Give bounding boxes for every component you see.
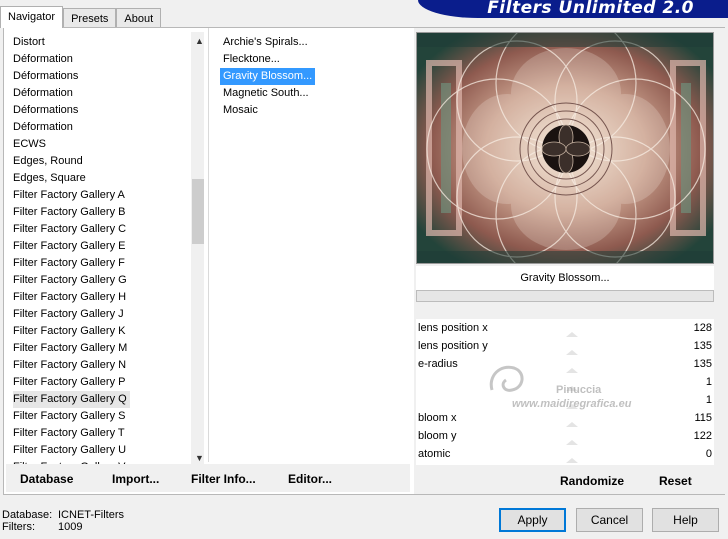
filter-item[interactable]: Archie's Spirals... bbox=[220, 34, 311, 51]
tab-about[interactable]: About bbox=[116, 8, 162, 28]
category-scrollbar[interactable]: ▲ ▼ bbox=[191, 32, 204, 466]
category-item[interactable]: Déformation bbox=[13, 119, 73, 136]
parameter-row[interactable]: lens position x 128 bbox=[416, 319, 714, 337]
category-item[interactable]: Déformation bbox=[13, 51, 73, 68]
parameter-value: 0 bbox=[705, 448, 712, 460]
apply-button[interactable]: Apply bbox=[499, 508, 566, 532]
list-divider bbox=[208, 28, 209, 462]
watermark-logo-icon bbox=[489, 365, 524, 392]
category-item[interactable]: Filter Factory Gallery K bbox=[13, 323, 125, 340]
parameter-row[interactable]: bloom x 115 bbox=[416, 409, 714, 427]
category-item[interactable]: Filter Factory Gallery G bbox=[13, 272, 127, 289]
parameter-value: 1 bbox=[705, 376, 712, 388]
parameter-label: bloom y bbox=[418, 430, 457, 442]
category-item[interactable]: Filter Factory Gallery E bbox=[13, 238, 125, 255]
category-item[interactable]: Filter Factory Gallery A bbox=[13, 187, 125, 204]
filter-item[interactable]: Gravity Blossom... bbox=[220, 68, 316, 85]
category-item[interactable]: Distort bbox=[13, 34, 45, 51]
parameter-value: 122 bbox=[693, 430, 712, 442]
parameter-value: 115 bbox=[694, 412, 712, 424]
preview-image bbox=[416, 32, 714, 264]
category-item[interactable]: Filter Factory Gallery T bbox=[13, 425, 125, 442]
parameter-value: 128 bbox=[693, 322, 712, 334]
progress-bar bbox=[416, 290, 714, 302]
scrollbar-thumb[interactable] bbox=[192, 179, 204, 244]
category-item[interactable]: Filter Factory Gallery J bbox=[13, 306, 124, 323]
category-item[interactable]: Filter Factory Gallery U bbox=[13, 442, 126, 459]
banner-title: Filters Unlimited 2.0 bbox=[487, 0, 694, 18]
left-button-bar: Database Import... Filter Info... Editor… bbox=[6, 464, 410, 492]
tab-strip: Navigator Presets About bbox=[0, 6, 162, 28]
category-item[interactable]: Edges, Round bbox=[13, 153, 83, 170]
category-item[interactable]: Filter Factory Gallery H bbox=[13, 289, 126, 306]
database-info: Database: ICNET-Filters Filters: 1009 bbox=[2, 509, 124, 533]
gravity-blossom-preview bbox=[417, 33, 713, 263]
database-value: ICNET-Filters bbox=[58, 509, 124, 521]
category-item[interactable]: Filter Factory Gallery P bbox=[13, 374, 125, 391]
filter-item[interactable]: Magnetic South... bbox=[220, 85, 312, 102]
tab-navigator[interactable]: Navigator bbox=[0, 6, 64, 28]
database-label: Database: bbox=[2, 509, 53, 521]
parameter-label: lens position y bbox=[418, 340, 488, 352]
randomize-button[interactable]: Randomize bbox=[560, 474, 624, 488]
filter-item[interactable]: Flecktone... bbox=[220, 51, 283, 68]
category-item[interactable]: Filter Factory Gallery M bbox=[13, 340, 127, 357]
editor-button[interactable]: Editor... bbox=[288, 472, 332, 486]
parameter-row[interactable]: bloom y 122 bbox=[416, 427, 714, 445]
filter-list[interactable]: Archie's Spirals... Flecktone... Gravity B… bbox=[212, 32, 412, 462]
parameter-row[interactable]: lens position y 135 bbox=[416, 337, 714, 355]
database-button[interactable]: Database bbox=[20, 472, 73, 486]
parameter-label: e-radius bbox=[418, 358, 458, 370]
category-item[interactable]: Déformations bbox=[13, 68, 78, 85]
slider-marker-icon[interactable] bbox=[566, 458, 578, 463]
parameter-label: bloom x bbox=[418, 412, 457, 424]
tab-presets[interactable]: Presets bbox=[63, 8, 117, 28]
parameter-value: 1 bbox=[705, 394, 712, 406]
category-item[interactable]: Filter Factory Gallery Q bbox=[13, 391, 130, 408]
scroll-up-icon[interactable]: ▲ bbox=[191, 32, 204, 49]
category-item[interactable]: Filter Factory Gallery F bbox=[13, 255, 125, 272]
cancel-button[interactable]: Cancel bbox=[576, 508, 643, 532]
category-item[interactable]: Filter Factory Gallery S bbox=[13, 408, 125, 425]
category-item[interactable]: Déformation bbox=[13, 85, 73, 102]
parameter-row[interactable]: atomic 0 bbox=[416, 445, 714, 463]
parameter-value: 135 bbox=[693, 358, 712, 370]
filter-item[interactable]: Mosaic bbox=[220, 102, 261, 119]
category-item[interactable]: Filter Factory Gallery C bbox=[13, 221, 126, 238]
category-item[interactable]: Edges, Square bbox=[13, 170, 86, 187]
watermark-name: Pinuccia bbox=[556, 384, 602, 396]
category-list[interactable]: Filter Factory Gallery VFilter Factory G… bbox=[8, 32, 204, 490]
help-button[interactable]: Help bbox=[652, 508, 719, 532]
reset-button[interactable]: Reset bbox=[659, 474, 692, 488]
parameter-row[interactable]: e-radius 135 bbox=[416, 355, 714, 373]
watermark-url: www.maidiregrafica.eu bbox=[512, 398, 632, 410]
preview-filter-name: Gravity Blossom... bbox=[416, 266, 714, 290]
category-item[interactable]: Filter Factory Gallery N bbox=[13, 357, 126, 374]
filter-info-button[interactable]: Filter Info... bbox=[191, 472, 256, 486]
navigator-panel: Filter Factory Gallery VFilter Factory G… bbox=[3, 27, 725, 495]
category-item[interactable]: ECWS bbox=[13, 136, 46, 153]
parameter-value: 135 bbox=[693, 340, 712, 352]
filters-count: 1009 bbox=[58, 521, 83, 533]
import-button[interactable]: Import... bbox=[112, 472, 159, 486]
category-item[interactable]: Déformations bbox=[13, 102, 78, 119]
category-item[interactable]: Filter Factory Gallery B bbox=[13, 204, 125, 221]
app-banner: Filters Unlimited 2.0 bbox=[418, 0, 728, 18]
parameter-label: atomic bbox=[418, 448, 451, 460]
preview-panel: Gravity Blossom... lens position x 128 len… bbox=[414, 28, 725, 494]
parameter-label: lens position x bbox=[418, 322, 488, 334]
filters-label: Filters: bbox=[2, 521, 35, 533]
